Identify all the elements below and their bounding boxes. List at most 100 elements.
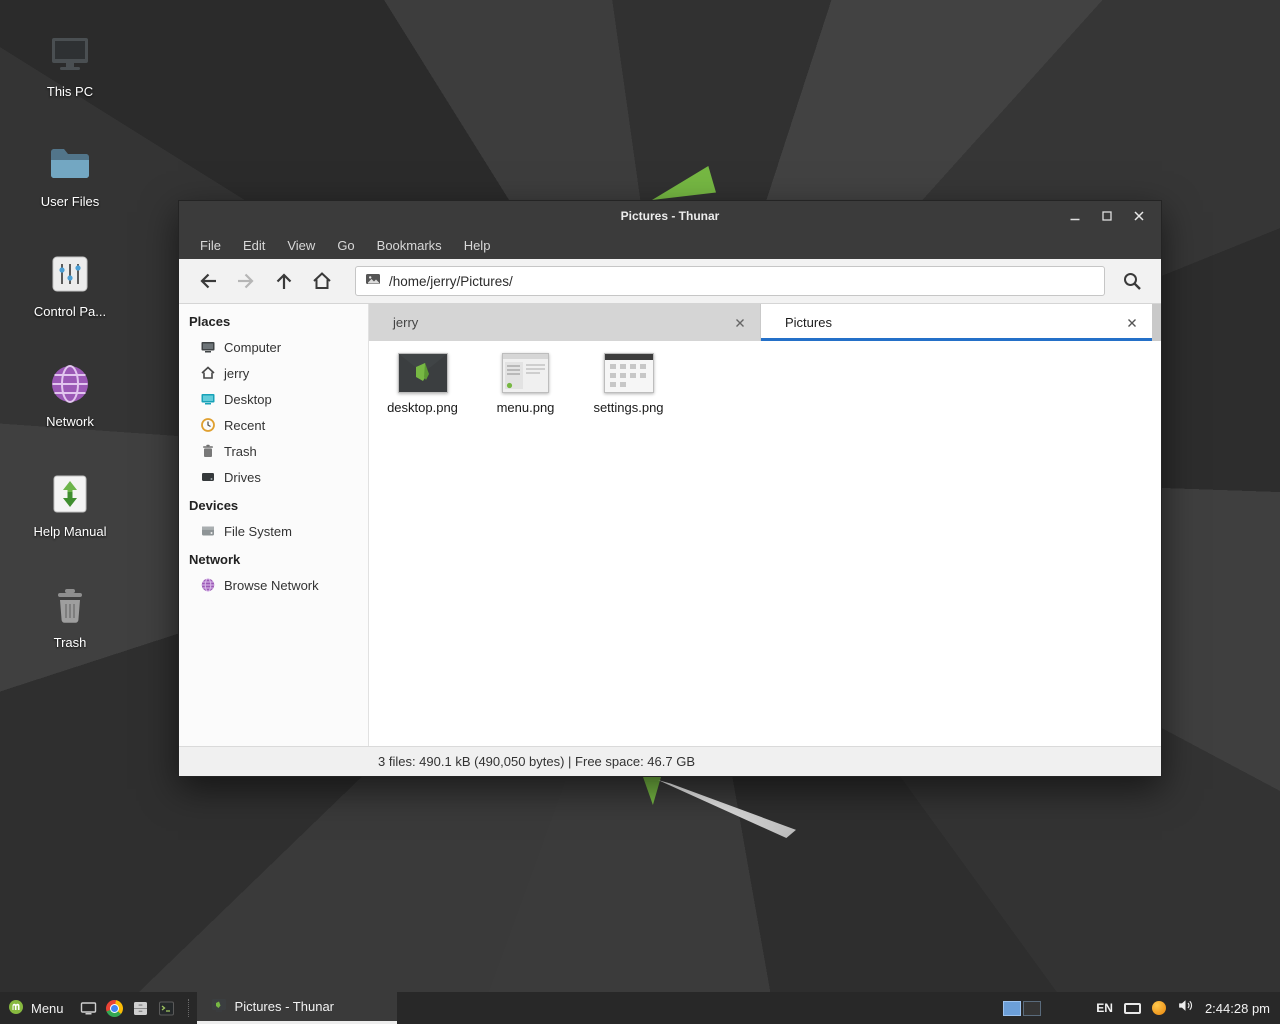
file-thumbnail bbox=[502, 353, 549, 393]
taskbar-window-button[interactable]: Pictures - Thunar bbox=[197, 992, 397, 1024]
file-manager-launcher[interactable] bbox=[128, 992, 154, 1024]
home-icon bbox=[200, 365, 216, 381]
workspace-2[interactable] bbox=[1023, 1001, 1041, 1016]
minimize-button[interactable] bbox=[1061, 204, 1089, 228]
clock[interactable]: 2:44:28 pm bbox=[1205, 1001, 1270, 1016]
thunar-window-icon bbox=[211, 997, 227, 1016]
sidebar-item-browse-network[interactable]: Browse Network bbox=[179, 572, 368, 598]
tab-label: Pictures bbox=[785, 315, 832, 330]
filesystem-drive-icon bbox=[200, 523, 216, 539]
sidebar-header-places: Places bbox=[179, 306, 368, 334]
path-bar[interactable]: /home/jerry/Pictures/ bbox=[355, 266, 1105, 296]
sidebar-item-home[interactable]: jerry bbox=[179, 360, 368, 386]
browser-icon bbox=[106, 1000, 123, 1017]
window-title: Pictures - Thunar bbox=[179, 209, 1161, 223]
desktop-icon-label: Trash bbox=[54, 635, 87, 650]
terminal-launcher[interactable] bbox=[154, 992, 180, 1024]
maximize-button[interactable] bbox=[1093, 204, 1121, 228]
file-view[interactable]: desktop.png menu.png settings.png bbox=[369, 341, 1161, 746]
sidebar-item-desktop[interactable]: Desktop bbox=[179, 386, 368, 412]
menu-edit[interactable]: Edit bbox=[232, 231, 276, 259]
menu-button[interactable]: Menu bbox=[0, 992, 76, 1024]
desktop-monitor-icon bbox=[200, 391, 216, 407]
window-titlebar[interactable]: Pictures - Thunar bbox=[179, 201, 1161, 231]
folder-icon bbox=[46, 140, 94, 188]
desktop-icon-user-files[interactable]: User Files bbox=[16, 140, 124, 209]
file-name: menu.png bbox=[497, 400, 555, 415]
close-button[interactable] bbox=[1125, 204, 1153, 228]
sidebar-item-label: Drives bbox=[224, 470, 261, 485]
help-manual-icon bbox=[46, 470, 94, 518]
drive-icon bbox=[200, 469, 216, 485]
file-thumbnail bbox=[398, 353, 448, 393]
display-tray-icon[interactable] bbox=[1124, 1003, 1141, 1014]
menu-bookmarks[interactable]: Bookmarks bbox=[366, 231, 453, 259]
sidebar-item-computer[interactable]: Computer bbox=[179, 334, 368, 360]
tab-jerry[interactable]: jerry bbox=[369, 304, 760, 341]
show-desktop-button[interactable] bbox=[76, 992, 102, 1024]
desktop-icon-network[interactable]: Network bbox=[16, 360, 124, 429]
home-button[interactable] bbox=[303, 264, 341, 298]
computer-icon bbox=[200, 339, 216, 355]
tab-close-icon[interactable] bbox=[730, 313, 750, 333]
desktop-icon-label: This PC bbox=[47, 84, 93, 99]
workspace-switcher[interactable] bbox=[1003, 1001, 1041, 1016]
desktop-icon-help-manual[interactable]: Help Manual bbox=[16, 470, 124, 539]
forward-button[interactable] bbox=[227, 264, 265, 298]
web-browser-launcher[interactable] bbox=[102, 992, 128, 1024]
file-name: desktop.png bbox=[387, 400, 458, 415]
taskbar-window-label: Pictures - Thunar bbox=[235, 999, 334, 1014]
clock-icon bbox=[200, 417, 216, 433]
sidebar-item-label: Trash bbox=[224, 444, 257, 459]
desktop-icon-trash[interactable]: Trash bbox=[16, 581, 124, 650]
network-globe-icon bbox=[200, 577, 216, 593]
sidebar-item-label: jerry bbox=[224, 366, 249, 381]
menu-go[interactable]: Go bbox=[326, 231, 365, 259]
thunar-window: Pictures - Thunar File Edit View Go Book… bbox=[178, 200, 1162, 777]
sidebar-item-label: Browse Network bbox=[224, 578, 319, 593]
tab-pictures[interactable]: Pictures bbox=[761, 304, 1152, 341]
menu-help[interactable]: Help bbox=[453, 231, 502, 259]
back-button[interactable] bbox=[189, 264, 227, 298]
workspace-1[interactable] bbox=[1003, 1001, 1021, 1016]
keyboard-layout-indicator[interactable]: EN bbox=[1096, 1001, 1113, 1015]
sidebar-item-file-system[interactable]: File System bbox=[179, 518, 368, 544]
sidebar-header-network: Network bbox=[179, 544, 368, 572]
menu-button-label: Menu bbox=[31, 1001, 64, 1016]
sidebar-item-label: Desktop bbox=[224, 392, 272, 407]
menu-file[interactable]: File bbox=[189, 231, 232, 259]
control-panel-icon bbox=[46, 250, 94, 298]
status-bar: 3 files: 490.1 kB (490,050 bytes) | Free… bbox=[179, 746, 1161, 776]
sidebar: Places Computer jerry Desktop Recent bbox=[179, 304, 369, 746]
path-text: /home/jerry/Pictures/ bbox=[389, 274, 513, 289]
desktop-icon-label: Network bbox=[46, 414, 94, 429]
desktop-icon-control-panel[interactable]: Control Pa... bbox=[16, 250, 124, 319]
trash-icon bbox=[46, 581, 94, 629]
globe-icon bbox=[46, 360, 94, 408]
trash-icon bbox=[200, 443, 216, 459]
file-item-menu-png[interactable]: menu.png bbox=[474, 353, 577, 415]
computer-icon bbox=[46, 30, 94, 78]
sidebar-item-recent[interactable]: Recent bbox=[179, 412, 368, 438]
sidebar-item-trash[interactable]: Trash bbox=[179, 438, 368, 464]
desktop-icon-label: User Files bbox=[41, 194, 100, 209]
sidebar-item-label: File System bbox=[224, 524, 292, 539]
update-manager-icon[interactable] bbox=[1152, 1001, 1166, 1015]
sidebar-item-label: Computer bbox=[224, 340, 281, 355]
panel-separator bbox=[188, 999, 189, 1017]
tab-close-icon[interactable] bbox=[1122, 313, 1142, 333]
sidebar-item-label: Recent bbox=[224, 418, 265, 433]
wallpaper-mint-logo-top bbox=[652, 166, 716, 200]
system-tray: EN 2:44:28 pm bbox=[1003, 992, 1280, 1024]
sidebar-item-drives[interactable]: Drives bbox=[179, 464, 368, 490]
up-button[interactable] bbox=[265, 264, 303, 298]
file-item-desktop-png[interactable]: desktop.png bbox=[371, 353, 474, 415]
desktop: This PC User Files Control Pa... Network… bbox=[0, 0, 1280, 1024]
menu-view[interactable]: View bbox=[276, 231, 326, 259]
file-item-settings-png[interactable]: settings.png bbox=[577, 353, 680, 415]
wallpaper-accent-streak bbox=[658, 780, 796, 838]
desktop-icon-this-pc[interactable]: This PC bbox=[16, 30, 124, 99]
volume-icon[interactable] bbox=[1177, 997, 1194, 1019]
search-button[interactable] bbox=[1113, 264, 1151, 298]
tab-label: jerry bbox=[393, 315, 418, 330]
